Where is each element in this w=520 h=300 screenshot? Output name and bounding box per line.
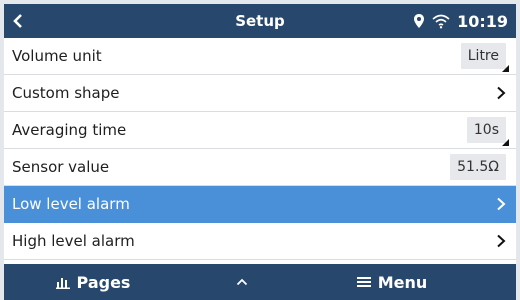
bar-chart-icon — [55, 277, 70, 289]
row-label: Averaging time — [12, 121, 127, 139]
volume-unit-row[interactable]: Volume unit Litre — [4, 38, 516, 75]
pages-button[interactable]: Pages — [4, 273, 182, 292]
chevron-up-icon — [236, 278, 248, 286]
pages-label: Pages — [76, 272, 131, 292]
row-label: Sensor value — [12, 158, 110, 176]
sensor-value-row: Sensor value 51.5Ω — [4, 149, 516, 186]
low-level-alarm-row[interactable]: Low level alarm — [4, 186, 516, 223]
chevron-right-icon — [496, 86, 506, 100]
high-level-alarm-row[interactable]: High level alarm — [4, 223, 516, 260]
row-label: High level alarm — [12, 232, 135, 250]
status-area: 10:19 — [413, 12, 516, 31]
clock: 10:19 — [457, 11, 508, 31]
volume-unit-value[interactable]: Litre — [460, 43, 510, 72]
settings-list: Volume unit Litre Custom shape Averaging… — [4, 38, 516, 260]
row-label: Custom shape — [12, 84, 120, 102]
top-bar: Setup 10:19 — [4, 4, 516, 38]
averaging-time-value[interactable]: 10s — [466, 117, 510, 146]
scroll-up-button[interactable] — [182, 278, 302, 286]
sensor-value: 51.5Ω — [450, 154, 506, 180]
row-label: Volume unit — [12, 47, 102, 65]
menu-label: Menu — [377, 272, 428, 292]
location-pin-icon — [414, 14, 425, 28]
back-chevron-icon — [13, 14, 22, 28]
hamburger-menu-icon — [356, 277, 371, 287]
custom-shape-row[interactable]: Custom shape — [4, 75, 516, 112]
menu-button[interactable]: Menu — [302, 273, 482, 292]
chevron-right-icon — [496, 197, 506, 211]
wifi-icon — [432, 14, 450, 29]
chevron-right-icon — [496, 234, 506, 248]
back-button[interactable] — [4, 4, 32, 38]
device-screen: Setup 10:19 Volume unit Litre Custom sha… — [4, 4, 516, 300]
averaging-time-row[interactable]: Averaging time 10s — [4, 112, 516, 149]
row-label: Low level alarm — [12, 195, 130, 213]
bottom-bar: Pages Menu — [4, 264, 516, 300]
